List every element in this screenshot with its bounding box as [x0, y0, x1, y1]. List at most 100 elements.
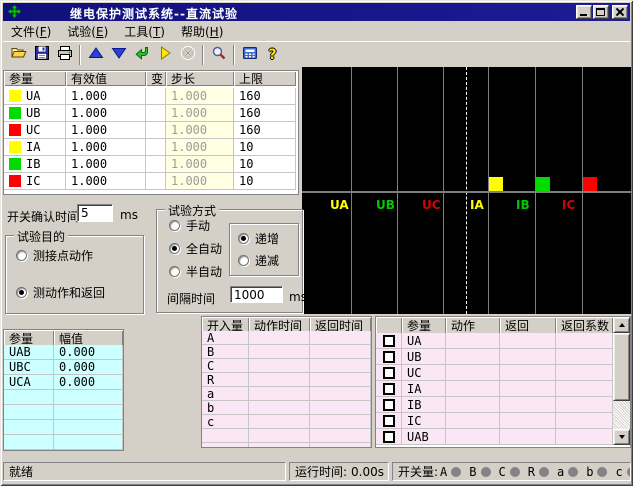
result-name-cell[interactable]: IC: [402, 413, 446, 429]
amp-name-cell[interactable]: UCA: [4, 375, 54, 390]
return-time-cell[interactable]: [310, 359, 371, 373]
return-cell[interactable]: [500, 413, 556, 429]
param-limit-cell[interactable]: 160: [234, 88, 296, 105]
radio-icon[interactable]: [169, 243, 180, 254]
param-name-cell[interactable]: IA: [4, 139, 66, 156]
checkbox-icon[interactable]: [383, 335, 395, 347]
coef-cell[interactable]: [556, 413, 613, 429]
return-cell[interactable]: [500, 365, 556, 381]
print-button[interactable]: [53, 44, 76, 66]
minimize-button[interactable]: [576, 5, 592, 19]
input-name-cell[interactable]: C: [202, 359, 249, 373]
option-full-auto[interactable]: 全自动: [169, 240, 222, 257]
radio-icon[interactable]: [238, 255, 249, 266]
checkbox-icon[interactable]: [383, 383, 395, 395]
checkbox-icon[interactable]: [383, 351, 395, 363]
interval-input[interactable]: [230, 286, 283, 303]
action-time-cell[interactable]: [249, 345, 310, 359]
return-time-cell[interactable]: [310, 331, 371, 345]
param-step-cell[interactable]: 1.000: [166, 88, 234, 105]
param-name-cell[interactable]: UA: [4, 88, 66, 105]
param-value-cell[interactable]: 1.000: [66, 88, 146, 105]
amp-name-cell[interactable]: UBC: [4, 360, 54, 375]
result-name-cell[interactable]: UB: [402, 349, 446, 365]
param-vary-cell[interactable]: [146, 173, 166, 190]
return-time-cell[interactable]: [310, 387, 371, 401]
coef-cell[interactable]: [556, 381, 613, 397]
coef-cell[interactable]: [556, 429, 613, 445]
radio-icon[interactable]: [16, 287, 27, 298]
menu-tools[interactable]: 工具(T): [116, 21, 173, 42]
option-action-and-return[interactable]: 测动作和返回: [16, 284, 105, 301]
param-vary-cell[interactable]: [146, 139, 166, 156]
amp-value-cell[interactable]: 0.000: [54, 360, 123, 375]
param-step-cell[interactable]: 1.000: [166, 122, 234, 139]
coef-cell[interactable]: [556, 397, 613, 413]
param-value-cell[interactable]: 1.000: [66, 156, 146, 173]
param-vary-cell[interactable]: [146, 156, 166, 173]
param-step-cell[interactable]: 1.000: [166, 173, 234, 190]
result-name-cell[interactable]: UA: [402, 333, 446, 349]
param-value-cell[interactable]: 1.000: [66, 173, 146, 190]
move-up-button[interactable]: [84, 44, 107, 66]
scrollbar-thumb[interactable]: [613, 333, 630, 401]
checkbox-icon[interactable]: [383, 431, 395, 443]
param-value-cell[interactable]: 1.000: [66, 105, 146, 122]
radio-icon[interactable]: [169, 220, 180, 231]
action-cell[interactable]: [446, 381, 500, 397]
action-time-cell[interactable]: [249, 373, 310, 387]
action-cell[interactable]: [446, 429, 500, 445]
option-manual[interactable]: 手动: [169, 217, 210, 234]
option-semi-auto[interactable]: 半自动: [169, 263, 222, 280]
scroll-down-button[interactable]: [613, 429, 630, 445]
amp-name-cell[interactable]: UAB: [4, 345, 54, 360]
checkbox-icon[interactable]: [383, 367, 395, 379]
option-increment[interactable]: 递增: [238, 230, 279, 247]
coef-cell[interactable]: [556, 349, 613, 365]
amp-value-cell[interactable]: 0.000: [54, 345, 123, 360]
amp-value-cell[interactable]: 0.000: [54, 375, 123, 390]
save-button[interactable]: [30, 44, 53, 66]
option-decrement[interactable]: 递减: [238, 252, 279, 269]
param-limit-cell[interactable]: 160: [234, 105, 296, 122]
input-name-cell[interactable]: c: [202, 415, 249, 429]
param-name-cell[interactable]: IB: [4, 156, 66, 173]
radio-icon[interactable]: [169, 266, 180, 277]
help-button[interactable]: ?: [261, 44, 284, 66]
menu-file[interactable]: 文件(F): [3, 21, 59, 42]
input-name-cell[interactable]: A: [202, 331, 249, 345]
zoom-button[interactable]: [207, 44, 230, 66]
action-cell[interactable]: [446, 349, 500, 365]
action-time-cell[interactable]: [249, 331, 310, 345]
coef-cell[interactable]: [556, 333, 613, 349]
return-cell[interactable]: [500, 397, 556, 413]
param-limit-cell[interactable]: 10: [234, 139, 296, 156]
checkbox-icon[interactable]: [383, 399, 395, 411]
radio-icon[interactable]: [238, 233, 249, 244]
checkbox-icon[interactable]: [383, 415, 395, 427]
param-name-cell[interactable]: UC: [4, 122, 66, 139]
action-time-cell[interactable]: [249, 401, 310, 415]
vertical-scrollbar[interactable]: [613, 317, 630, 445]
input-name-cell[interactable]: b: [202, 401, 249, 415]
param-step-cell[interactable]: 1.000: [166, 139, 234, 156]
stop-button[interactable]: [176, 44, 199, 66]
param-value-cell[interactable]: 1.000: [66, 139, 146, 156]
param-vary-cell[interactable]: [146, 122, 166, 139]
param-name-cell[interactable]: IC: [4, 173, 66, 190]
return-time-cell[interactable]: [310, 373, 371, 387]
action-cell[interactable]: [446, 333, 500, 349]
action-time-cell[interactable]: [249, 359, 310, 373]
maximize-button[interactable]: [593, 5, 609, 19]
confirm-time-input[interactable]: [77, 204, 113, 222]
checkbox-cell[interactable]: [376, 333, 402, 349]
param-limit-cell[interactable]: 10: [234, 173, 296, 190]
input-name-cell[interactable]: R: [202, 373, 249, 387]
param-limit-cell[interactable]: 10: [234, 156, 296, 173]
return-cell[interactable]: [500, 333, 556, 349]
option-contact-action[interactable]: 测接点动作: [16, 247, 93, 264]
result-name-cell[interactable]: UAB: [402, 429, 446, 445]
param-limit-cell[interactable]: 160: [234, 122, 296, 139]
param-name-cell[interactable]: UB: [4, 105, 66, 122]
return-cell[interactable]: [500, 349, 556, 365]
